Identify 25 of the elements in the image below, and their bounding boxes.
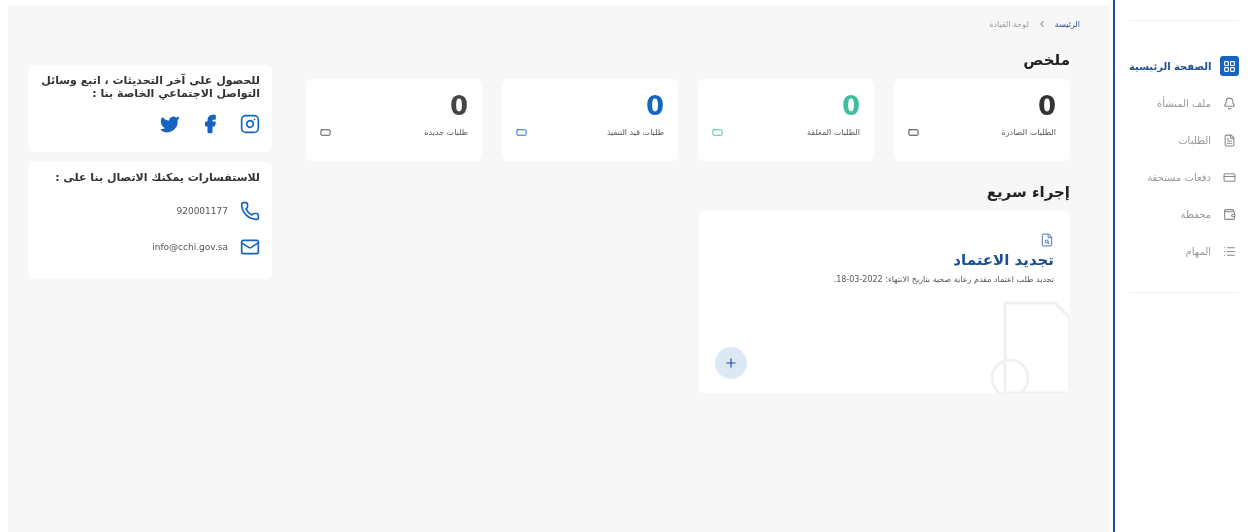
stat-label: طلبات قيد التنفيذ: [606, 128, 664, 137]
stat-count: 0: [645, 93, 664, 119]
sidebar-item[interactable]: ملف المنشأة: [1129, 92, 1239, 114]
stat-label: الطلبات الصادرة: [1001, 128, 1056, 137]
section-title: ملخص: [1022, 51, 1070, 69]
sidebar-item[interactable]: دفعات مستحقة: [1129, 166, 1239, 188]
contact-title: للاستفسارات يمكنك الاتصال بنا على :: [54, 172, 260, 185]
email-link[interactable]: info@cchi.gov.sa: [152, 241, 228, 252]
breadcrumb-link[interactable]: لوحة القيادة: [989, 19, 1029, 29]
section-title: إجراء سريع: [985, 183, 1070, 201]
social-text: للحصول على آخر التحديثات ، اتبع وسائل التواصل الاجتماعي الخاصة بنا :: [40, 75, 260, 101]
action-description: تجديد طلب اعتماد مقدم رعاية صحية بتاريخ الانتهاء: 2022-03-18.: [832, 275, 1054, 284]
breadcrumb-link[interactable]: الرئيسة: [1054, 19, 1080, 29]
sidebar-item[interactable]: محفظة: [1129, 203, 1239, 225]
stat-label: طلبات جديدة: [424, 128, 468, 137]
stat-label: الطلبات المغلقة: [807, 128, 860, 137]
stat-count: 0: [841, 93, 860, 119]
action-title: تجديد الاعتماد: [952, 251, 1054, 269]
stat-count: 0: [1037, 93, 1056, 119]
action-card[interactable]: تجديد الاعتماد تجديد طلب اعتماد مقدم رعاية صحية بتاريخ الانتهاء: 2022-03-18.: [699, 211, 1070, 393]
sidebar-item[interactable]: الطلبات: [1129, 129, 1239, 151]
sidebar-item[interactable]: الصفحة الرئيسية: [1129, 55, 1239, 77]
sidebar-item[interactable]: المهام: [1129, 240, 1239, 262]
phone-number: 920001177: [176, 205, 228, 216]
stat-count: 0: [449, 93, 468, 119]
